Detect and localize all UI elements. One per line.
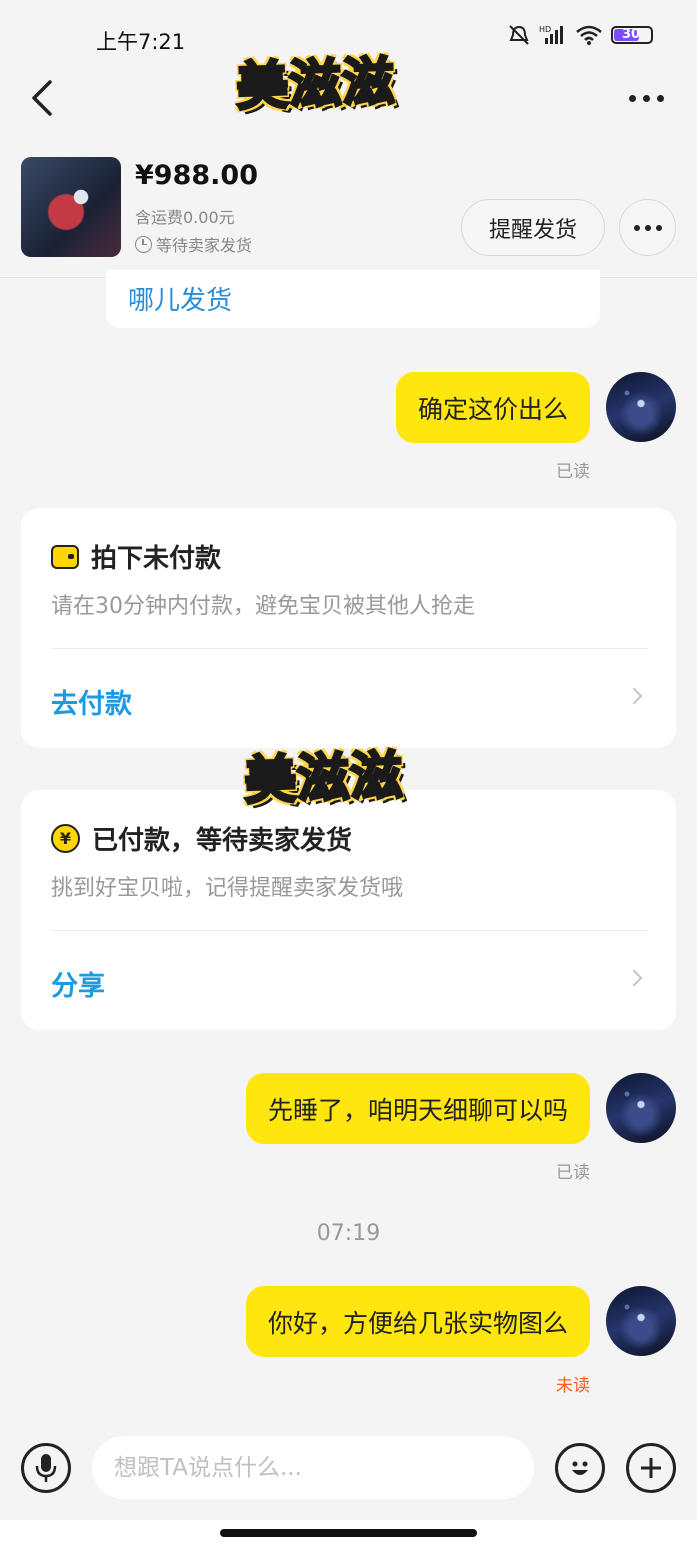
signal-icon: HD (539, 25, 563, 44)
card-title-text: 已付款，等待卖家发货 (92, 826, 353, 856)
card-title-text: 拍下未付款 (91, 544, 222, 574)
plus-button[interactable] (626, 1443, 676, 1493)
outgoing-message: 你好，方便给几张实物图么 (245, 1286, 676, 1357)
product-more-button[interactable] (619, 199, 676, 256)
message-text[interactable]: 哪儿发货 (128, 280, 232, 317)
outgoing-message: 确定这价出么 (395, 372, 676, 443)
emoji-button[interactable] (555, 1443, 605, 1493)
back-button[interactable] (24, 76, 64, 120)
avatar[interactable] (606, 372, 676, 442)
order-card-unpaid: 拍下未付款 请在30分钟内付款，避免宝贝被其他人抢走 去付款 (21, 508, 676, 748)
clock-icon (135, 235, 152, 253)
card-title: ¥ 已付款，等待卖家发货 (51, 820, 352, 857)
card-subtitle: 请在30分钟内付款，避免宝贝被其他人抢走 (51, 594, 475, 619)
message-input[interactable] (92, 1436, 534, 1499)
avatar[interactable] (606, 1073, 676, 1143)
timestamp-separator: 07:19 (316, 1221, 381, 1246)
yen-icon: ¥ (51, 824, 80, 853)
pay-link[interactable]: 去付款 (51, 682, 132, 721)
plus-icon (641, 1458, 661, 1478)
card-subtitle: 挑到好宝贝啦，记得提醒卖家发货哦 (51, 876, 404, 901)
read-status: 已读 (556, 462, 590, 482)
more-icon (633, 224, 640, 231)
more-button[interactable] (629, 86, 673, 110)
order-card-paid: ¥ 已付款，等待卖家发货 挑到好宝贝啦，记得提醒卖家发货哦 分享 (21, 790, 676, 1030)
divider (51, 648, 648, 649)
incoming-message-partial: 哪儿发货 (106, 270, 600, 328)
message-bubble[interactable]: 确定这价出么 (395, 372, 590, 443)
emoji-icon (572, 1461, 588, 1475)
remind-shipping-button[interactable]: 提醒发货 (461, 199, 605, 256)
status-icons: HD 30 (507, 24, 653, 46)
card-title: 拍下未付款 (51, 538, 221, 575)
message-bubble[interactable]: 你好，方便给几张实物图么 (245, 1286, 590, 1357)
input-bar (0, 1420, 697, 1520)
unread-status: 未读 (556, 1376, 590, 1396)
product-bar: ¥988.00 含运费0.00元 等待卖家发货 提醒发货 (0, 142, 697, 278)
more-icon (629, 94, 636, 102)
voice-button[interactable] (21, 1443, 71, 1493)
watermark-logo: 美滋滋 (242, 744, 406, 814)
wallet-icon (51, 544, 79, 569)
chevron-right-icon[interactable] (625, 969, 643, 987)
shipping-fee: 含运费0.00元 (135, 208, 235, 227)
product-price: ¥988.00 (135, 160, 258, 191)
status-time: 上午7:21 (96, 30, 186, 54)
order-status-text: 等待卖家发货 (156, 236, 253, 255)
product-thumbnail[interactable] (21, 157, 121, 257)
order-status: 等待卖家发货 (135, 232, 252, 256)
back-icon (32, 80, 52, 116)
mute-icon (509, 25, 529, 45)
avatar[interactable] (606, 1286, 676, 1356)
mic-icon (35, 1454, 57, 1482)
network-label: HD (539, 25, 551, 34)
home-indicator[interactable] (220, 1529, 477, 1537)
battery-icon: 30 (611, 26, 653, 44)
read-status: 已读 (556, 1163, 590, 1183)
outgoing-message: 先睡了，咱明天细聊可以吗 (245, 1073, 676, 1144)
divider (51, 930, 648, 931)
chevron-right-icon[interactable] (625, 687, 643, 705)
share-link[interactable]: 分享 (51, 964, 105, 1003)
app-logo: 美滋滋 (234, 50, 398, 120)
battery-level: 30 (622, 27, 641, 42)
message-bubble[interactable]: 先睡了，咱明天细聊可以吗 (245, 1073, 590, 1144)
wifi-icon (576, 25, 602, 45)
